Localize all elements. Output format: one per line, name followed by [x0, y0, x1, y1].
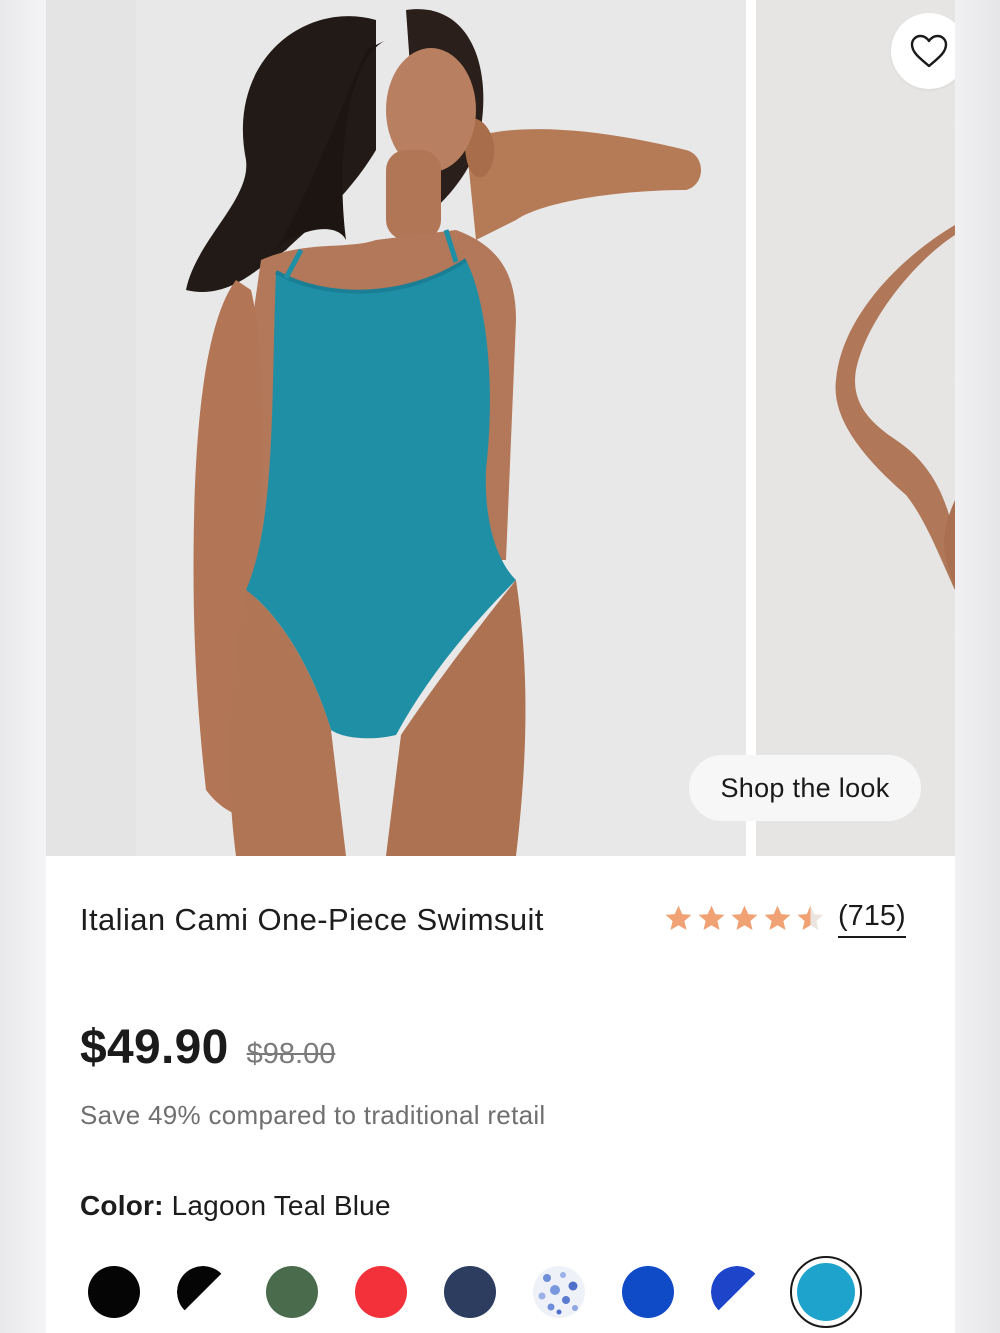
- swatch-floral-pattern: [538, 1272, 578, 1315]
- carousel-slide-gap: [746, 0, 756, 856]
- heart-outline-icon: [910, 34, 948, 68]
- star-half-icon: [797, 905, 824, 930]
- star-full-icon: [731, 905, 758, 930]
- color-selection-label: Color: Lagoon Teal Blue: [80, 1190, 391, 1222]
- rating-stars: [663, 903, 826, 934]
- swatch-green[interactable]: [266, 1266, 318, 1318]
- price-row: $49.90 $98.00: [80, 1020, 335, 1075]
- swatch-blue-white-graphic: [711, 1266, 763, 1318]
- swatch-red[interactable]: [355, 1266, 407, 1318]
- model-photo: [46, 0, 746, 856]
- swatch-lagoon-teal-blue-selected[interactable]: [790, 1256, 862, 1328]
- swatch-royal-blue[interactable]: [622, 1266, 674, 1318]
- sale-price: $49.90: [80, 1021, 229, 1074]
- star-full-icon: [764, 905, 791, 930]
- color-value: Lagoon Teal Blue: [171, 1190, 391, 1221]
- shop-the-look-button[interactable]: Shop the look: [689, 755, 921, 821]
- product-image-carousel[interactable]: Shop the look: [46, 0, 955, 856]
- compare-price: $98.00: [246, 1038, 336, 1070]
- product-rating[interactable]: (715): [663, 896, 906, 940]
- star-full-icon: [665, 905, 692, 930]
- savings-text: Save 49% compared to traditional retail: [80, 1100, 546, 1130]
- product-image-main[interactable]: [46, 0, 746, 856]
- swatch-black-white[interactable]: [177, 1266, 229, 1318]
- color-swatches: [88, 1256, 868, 1328]
- swatch-blue-white[interactable]: [711, 1266, 763, 1318]
- rating-count-link[interactable]: (715): [838, 898, 906, 938]
- color-label: Color:: [80, 1190, 164, 1221]
- swatch-navy[interactable]: [444, 1266, 496, 1318]
- swatch-lagoon-teal-blue: [797, 1263, 855, 1321]
- product-title: Italian Cami One-Piece Swimsuit: [80, 902, 544, 937]
- swatch-black[interactable]: [88, 1266, 140, 1318]
- star-full-icon: [698, 905, 725, 930]
- swatch-blue-floral[interactable]: [533, 1266, 585, 1318]
- product-image-next[interactable]: [756, 0, 955, 856]
- model-photo-partial: [756, 0, 955, 856]
- swatch-black-white-graphic: [177, 1266, 229, 1318]
